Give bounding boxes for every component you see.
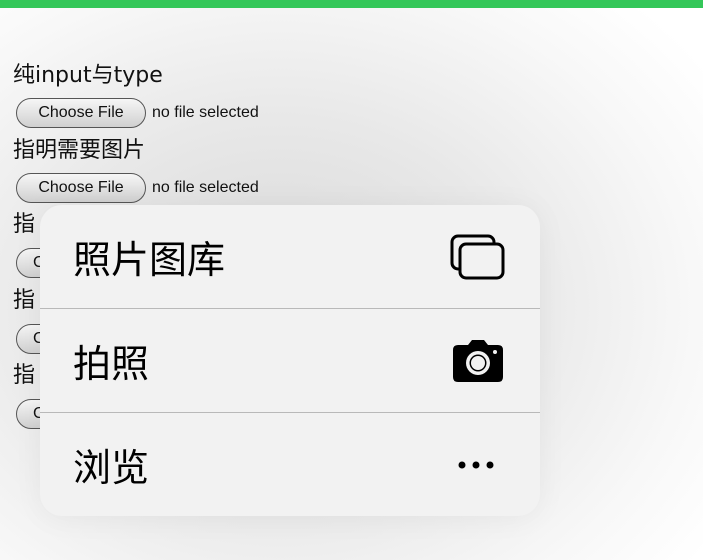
file-input-row: Choose File no file selected [16,173,259,203]
photo-library-icon [450,233,506,281]
menu-item-take-photo[interactable]: 拍照 [40,309,540,412]
more-icon [450,441,506,489]
section-label: 指 [13,212,36,237]
menu-item-label: 浏览 [73,446,150,490]
section-label: 指 [13,363,36,388]
choose-file-button[interactable]: Choose File [16,173,146,203]
section-label: 指明需要图片 [13,138,146,163]
file-status-text: no file selected [152,104,259,121]
menu-item-label: 拍照 [73,342,150,386]
camera-icon [450,337,506,385]
file-status-text: no file selected [152,179,259,196]
section-label: 纯input与type [13,63,163,88]
menu-item-label: 照片图库 [73,238,226,282]
section-label: 指 [13,288,36,313]
menu-item-browse[interactable]: 浏览 [40,413,540,516]
menu-item-photo-library[interactable]: 照片图库 [40,205,540,308]
top-accent-bar [0,0,703,8]
file-input-row: Choose File no file selected [16,98,259,128]
file-source-menu: 照片图库 拍照 浏览 [40,205,540,516]
choose-file-button[interactable]: Choose File [16,98,146,128]
